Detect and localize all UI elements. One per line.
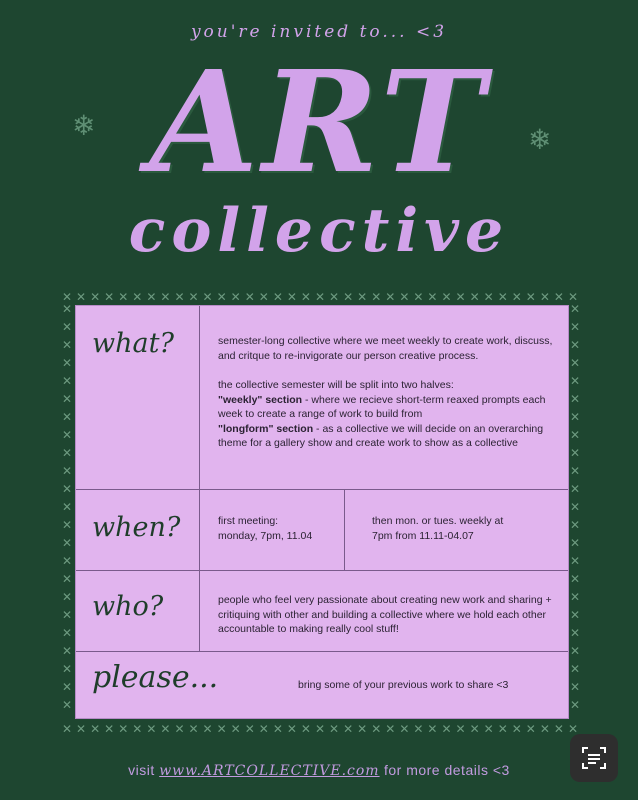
stitch-border-bottom: ✕✕✕✕✕✕✕✕✕✕✕✕✕✕✕✕✕✕✕✕✕✕✕✕✕✕✕✕✕✕✕✕✕✕✕✕✕✕✕✕…: [62, 722, 580, 736]
please-note: bring some of your previous work to shar…: [298, 679, 509, 691]
when-first-meeting: first meeting: monday, 7pm, 11.04: [218, 514, 338, 543]
what-longform: "longform" section - as a collective we …: [218, 422, 544, 450]
info-panel: what? semester-long collective where we …: [75, 305, 569, 719]
collective-subtitle: collective: [128, 196, 510, 266]
scan-text-button[interactable]: [570, 734, 618, 782]
art-title: ART: [149, 41, 489, 205]
footer-visit: visit: [128, 762, 155, 778]
when-divider: [344, 490, 345, 570]
please-row: please... bring some of your previous wo…: [76, 652, 568, 718]
what-row: what? semester-long collective where we …: [76, 306, 568, 490]
when-then-line-2: 7pm from 11.11-04.07: [372, 529, 474, 542]
what-weekly: "weekly" section - where we recieve shor…: [218, 393, 546, 421]
when-first-line-2: monday, 7pm, 11.04: [218, 529, 313, 542]
scan-text-icon: [582, 747, 606, 769]
what-description: semester-long collective where we meet w…: [218, 334, 556, 451]
what-paragraph-2: the collective semester will be split in…: [218, 379, 454, 391]
snowflake-icon: ❄: [72, 110, 96, 141]
stitch-border-right: ✕ ✕ ✕ ✕ ✕ ✕ ✕ ✕ ✕ ✕ ✕ ✕ ✕ ✕ ✕ ✕ ✕ ✕ ✕ ✕ ✕ ✕ ✕: [569, 302, 581, 710]
when-then-line-1: then mon. or tues. weekly at: [372, 515, 504, 527]
footer-more: for more details <3: [383, 762, 510, 778]
who-label: who?: [76, 571, 200, 651]
please-label: please...: [92, 660, 219, 695]
website-link[interactable]: www.ARTCOLLECTIVE.com: [159, 763, 379, 779]
when-first-line-1: first meeting:: [218, 515, 279, 527]
when-schedule: then mon. or tues. weekly at 7pm from 11…: [372, 514, 556, 543]
when-label: when?: [76, 490, 200, 570]
stitch-border-left: ✕ ✕ ✕ ✕ ✕ ✕ ✕ ✕ ✕ ✕ ✕ ✕ ✕ ✕ ✕ ✕ ✕ ✕ ✕ ✕ ✕ ✕ ✕: [61, 302, 73, 710]
who-description: people who feel very passionate about cr…: [218, 594, 552, 635]
what-paragraph-1: semester-long collective where we meet w…: [218, 335, 553, 362]
footer: visit www.ARTCOLLECTIVE.com for more det…: [0, 762, 638, 779]
stitch-border-top: ✕✕✕✕✕✕✕✕✕✕✕✕✕✕✕✕✕✕✕✕✕✕✕✕✕✕✕✕✕✕✕✕✕✕✕✕✕✕✕✕…: [62, 290, 580, 304]
who-row: who? people who feel very passionate abo…: [76, 571, 568, 652]
invitation-tagline: you're invited to... <3: [190, 22, 448, 42]
snowflake-icon: ❄: [528, 124, 552, 155]
what-label: what?: [76, 306, 200, 489]
when-row: when? first meeting: monday, 7pm, 11.04 …: [76, 490, 568, 571]
